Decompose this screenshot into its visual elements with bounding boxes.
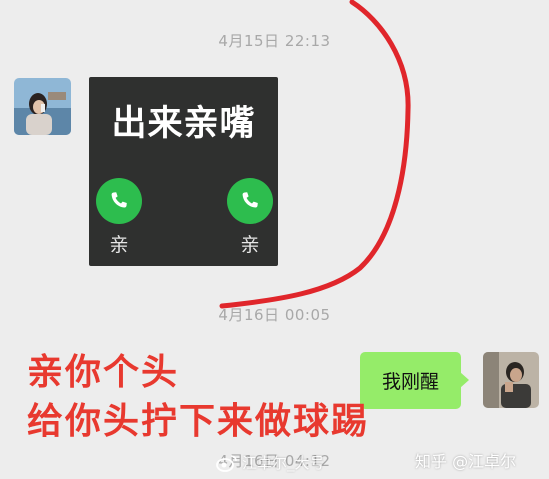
message-bubble[interactable]: 我刚醒 [360,352,469,409]
contact-avatar[interactable] [14,78,71,135]
self-avatar[interactable] [483,352,539,408]
timestamp: 4月16日 00:05 [218,306,331,324]
weibo-logo-icon [216,454,237,472]
phone-call-icon [96,178,142,224]
avatar-photo-icon [14,78,71,135]
call-label: 亲 [240,234,260,256]
caption-line: 给你头拧下来做球踢 [27,401,370,442]
weibo-handle: 江卓尔_大号 [242,454,325,472]
zhihu-watermark: 知乎 @江卓尔 [415,452,517,471]
weibo-watermark: 江卓尔_大号 [216,452,325,473]
avatar-photo-icon [483,352,539,408]
call-sticker-image[interactable]: 出来亲嘴 亲 亲 [89,77,278,266]
sticker-title: 出来亲嘴 [111,104,256,144]
call-label: 亲 [109,234,129,256]
caption-line: 亲你个头 [27,352,180,393]
timestamp: 4月15日 22:13 [218,32,331,50]
phone-call-icon [227,178,273,224]
